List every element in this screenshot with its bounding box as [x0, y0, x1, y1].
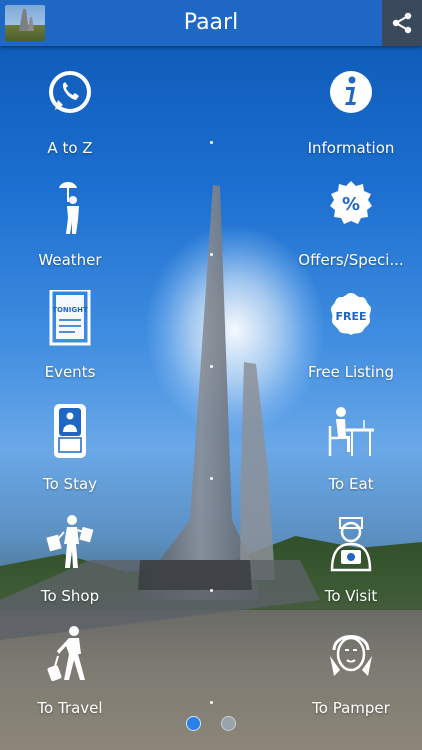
tile-label: Weather — [38, 251, 102, 269]
page-dot-active[interactable] — [186, 716, 202, 731]
percent-glyph: % — [342, 194, 360, 215]
tile-to-pamper[interactable]: To Pamper — [281, 626, 421, 726]
separator-dot — [210, 589, 213, 592]
tile-to-visit[interactable]: To Visit — [281, 514, 421, 614]
separator-dot — [210, 365, 213, 368]
tile-events[interactable]: TONIGHT Events — [0, 290, 140, 390]
tile-label: To Travel — [37, 699, 103, 717]
tile-weather[interactable]: Weather — [0, 178, 140, 278]
tile-label: To Pamper — [312, 699, 390, 717]
separator-dot — [210, 477, 213, 480]
separator-dot — [210, 141, 213, 144]
tile-to-travel[interactable]: To Travel — [0, 626, 140, 726]
tile-label: A to Z — [47, 139, 93, 157]
tile-label: To Stay — [42, 475, 98, 493]
page-indicator — [0, 716, 422, 732]
poster-text: TONIGHT — [52, 306, 88, 314]
share-button[interactable] — [382, 0, 422, 46]
umbrella-person-icon — [59, 182, 79, 234]
tile-to-stay[interactable]: To Stay — [0, 402, 140, 502]
tile-to-eat[interactable]: To Eat — [281, 402, 421, 502]
page-dot[interactable] — [220, 716, 236, 731]
dining-person-icon — [328, 407, 374, 456]
luggage-traveler-icon — [47, 626, 85, 682]
app-header: Paarl — [0, 0, 422, 46]
free-badge-icon: FREE — [331, 293, 371, 335]
tile-a-to-z[interactable]: A to Z — [0, 66, 140, 166]
hotel-door-icon — [54, 404, 86, 458]
share-icon — [392, 12, 412, 34]
free-text: FREE — [335, 310, 366, 323]
whatsapp-icon — [49, 71, 91, 113]
info-icon — [330, 71, 372, 113]
tile-label: To Visit — [324, 587, 378, 605]
page-title: Paarl — [183, 10, 239, 35]
camera-person-icon — [330, 517, 372, 572]
separator-dot — [210, 253, 213, 256]
tile-label: Events — [44, 363, 96, 381]
tile-label: To Shop — [40, 587, 100, 605]
tile-label: Information — [307, 139, 395, 157]
separator-dot — [210, 701, 213, 704]
ticket-poster-icon: TONIGHT — [49, 290, 91, 346]
tile-label: Free Listing — [307, 363, 394, 381]
spa-face-icon — [330, 635, 372, 676]
tile-free-listing[interactable]: FREE Free Listing — [281, 290, 421, 390]
tile-label: To Eat — [328, 475, 374, 493]
tile-label: Offers/Speci... — [298, 251, 404, 269]
percent-badge-icon: % — [330, 181, 372, 224]
tile-to-shop[interactable]: To Shop — [0, 514, 140, 614]
tile-information[interactable]: Information — [281, 66, 421, 166]
tile-offers[interactable]: % Offers/Speci... — [281, 178, 421, 278]
shopping-person-icon — [46, 515, 94, 568]
